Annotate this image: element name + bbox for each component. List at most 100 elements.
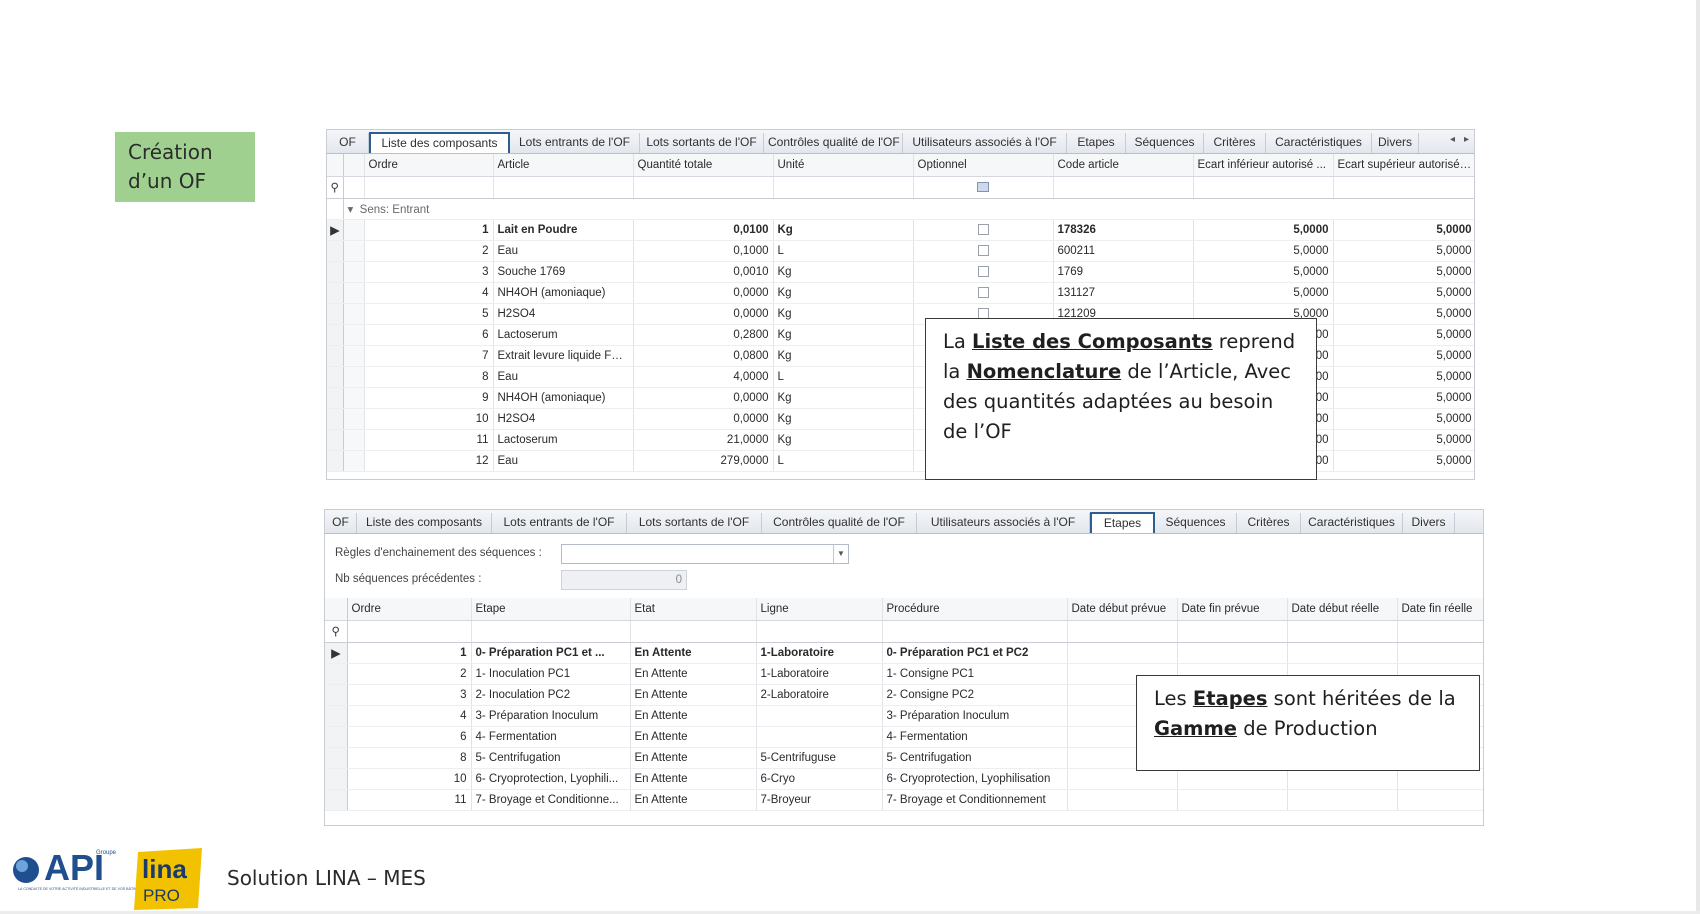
tab-etapes[interactable]: Etapes [1067,133,1126,153]
table-cell[interactable]: 3- Préparation Inoculum [882,705,1068,727]
col-header-ecart-sup[interactable]: Ecart supérieur autorisé ... [1333,154,1474,177]
col-header-date-debut-reelle[interactable]: Date début réelle [1287,598,1398,621]
table-cell[interactable]: En Attente [630,641,757,664]
table-cell[interactable]: 8 [347,747,472,769]
table-cell[interactable] [1177,641,1288,664]
table-cell[interactable] [1067,768,1178,790]
table-cell[interactable]: 3- Préparation Inoculum [471,705,631,727]
table-cell[interactable] [1177,789,1288,811]
table-cell[interactable]: 4- Fermentation [882,726,1068,748]
table-cell[interactable] [1397,768,1483,790]
table-cell[interactable]: En Attente [630,768,757,790]
table-cell[interactable]: L [773,450,914,472]
table-cell[interactable]: Eau [493,240,634,262]
table-cell[interactable]: 6- Cryoprotection, Lyophilisation [882,768,1068,790]
table-cell[interactable]: En Attente [630,684,757,706]
tab-lots-sortants-de-l-of[interactable]: Lots sortants de l'OF [640,133,764,153]
tab-criteres[interactable]: Critères [1237,513,1301,533]
tab-sequences[interactable]: Séquences [1155,513,1237,533]
table-row[interactable]: 10 6- Cryoprotection, Lyophili... En Atten… [325,768,1483,790]
col-header-procedure[interactable]: Procédure [882,598,1068,621]
collapse-icon[interactable]: ▾ [348,204,354,216]
col-header-ordre[interactable]: Ordre [364,154,494,177]
table-cell[interactable] [1067,789,1178,811]
table-cell[interactable]: 10 [347,768,472,790]
table-cell[interactable] [756,726,883,748]
table-cell[interactable]: 5,0000 [1333,240,1474,262]
table-cell[interactable]: 9 [364,387,494,409]
table-row[interactable]: 3 Souche 1769 0,0010 Kg 1769 5,0000 5,0000 [327,261,1474,283]
table-cell[interactable]: 6 [364,324,494,346]
table-cell[interactable]: Souche 1769 [493,261,634,283]
table-cell[interactable]: 0,0000 [633,408,774,430]
col-header-optionnel[interactable]: Optionnel [913,154,1054,177]
table-cell[interactable]: 0,2800 [633,324,774,346]
table-cell[interactable]: Lait en Poudre [493,219,634,241]
table-cell[interactable]: 0,0010 [633,261,774,283]
table-cell[interactable]: 7-Broyeur [756,789,883,811]
table-cell[interactable] [913,282,1054,304]
table-cell[interactable]: Kg [773,387,914,409]
tab-liste-des-composants[interactable]: Liste des composants [369,132,510,153]
table-cell[interactable]: 4,0000 [633,366,774,388]
table-cell[interactable] [1397,641,1483,664]
table-cell[interactable]: 2-Laboratoire [756,684,883,706]
table-cell[interactable]: En Attente [630,726,757,748]
table-cell[interactable]: L [773,240,914,262]
optional-checkbox[interactable] [977,244,989,256]
table-cell[interactable]: 12 [364,450,494,472]
table-cell[interactable]: Extrait levure liquide FN... [493,345,634,367]
table-row[interactable]: 2 Eau 0,1000 L 600211 5,0000 5,0000 [327,240,1474,262]
tab-lots-entrants-de-l-of[interactable]: Lots entrants de l'OF [510,133,640,153]
tab-lots-sortants-de-l-of[interactable]: Lots sortants de l'OF [627,513,762,533]
table-cell[interactable]: 5,0000 [1333,408,1474,430]
chevron-down-icon[interactable]: ▼ [833,545,848,563]
col-header-unite[interactable]: Unité [773,154,914,177]
table-cell[interactable]: 178326 [1053,219,1194,241]
tab-etapes[interactable]: Etapes [1090,512,1155,533]
table-row[interactable]: 11 7- Broyage et Conditionne... En Attente… [325,789,1483,811]
table-cell[interactable]: Kg [773,261,914,283]
table-cell[interactable] [913,240,1054,262]
tab-liste-des-composants[interactable]: Liste des composants [357,513,492,533]
table-cell[interactable]: 8 [364,366,494,388]
filter-row[interactable]: ⚲ [325,620,1483,643]
table-cell[interactable]: 5,0000 [1333,282,1474,304]
tab-of[interactable]: OF [327,133,369,153]
table-cell[interactable]: 11 [347,789,472,811]
table-cell[interactable]: 5- Centrifugation [882,747,1068,769]
tab-controles-qualite-de-l-of[interactable]: Contrôles qualité de l'OF [762,513,917,533]
tab-controles-qualite-de-l-of[interactable]: Contrôles qualité de l'OF [764,133,903,153]
table-cell[interactable]: 5,0000 [1333,366,1474,388]
table-cell[interactable] [1287,768,1398,790]
table-cell[interactable]: 5,0000 [1193,282,1334,304]
table-cell[interactable]: 5- Centrifugation [471,747,631,769]
tab-divers[interactable]: Divers [1372,133,1419,153]
tab-utilisateurs-associes-a-l-of[interactable]: Utilisateurs associés à l'OF [903,133,1067,153]
tab-scroll-left-icon[interactable]: ◂ [1450,134,1455,145]
table-cell[interactable]: 4 [347,705,472,727]
table-row[interactable]: 4 NH4OH (amoniaque) 0,0000 Kg 131127 5,0000 5,… [327,282,1474,304]
table-cell[interactable] [756,705,883,727]
table-cell[interactable]: H2SO4 [493,303,634,325]
table-cell[interactable]: 2- Inoculation PC2 [471,684,631,706]
table-cell[interactable]: Kg [773,345,914,367]
table-cell[interactable]: 11 [364,429,494,451]
col-header-date-fin-reelle[interactable]: Date fin réelle [1397,598,1483,621]
table-cell[interactable]: 1- Consigne PC1 [882,663,1068,685]
table-cell[interactable]: 1- Inoculation PC1 [471,663,631,685]
optional-filter-checkbox[interactable] [977,181,989,192]
table-cell[interactable]: 4- Fermentation [471,726,631,748]
table-cell[interactable]: 5,0000 [1333,387,1474,409]
filter-row[interactable]: ⚲ [327,176,1474,199]
col-header-ecart-inf[interactable]: Ecart inférieur autorisé ... [1193,154,1334,177]
table-cell[interactable] [1067,641,1178,664]
table-cell[interactable]: Eau [493,450,634,472]
col-header-ordre[interactable]: Ordre [347,598,472,621]
group-row[interactable]: ▾ Sens: Entrant [327,198,1474,220]
col-header-date-debut-prevue[interactable]: Date début prévue [1067,598,1178,621]
table-cell[interactable]: Kg [773,408,914,430]
table-cell[interactable]: 5,0000 [1333,450,1474,472]
table-cell[interactable]: 7- Broyage et Conditionne... [471,789,631,811]
table-cell[interactable] [1287,789,1398,811]
